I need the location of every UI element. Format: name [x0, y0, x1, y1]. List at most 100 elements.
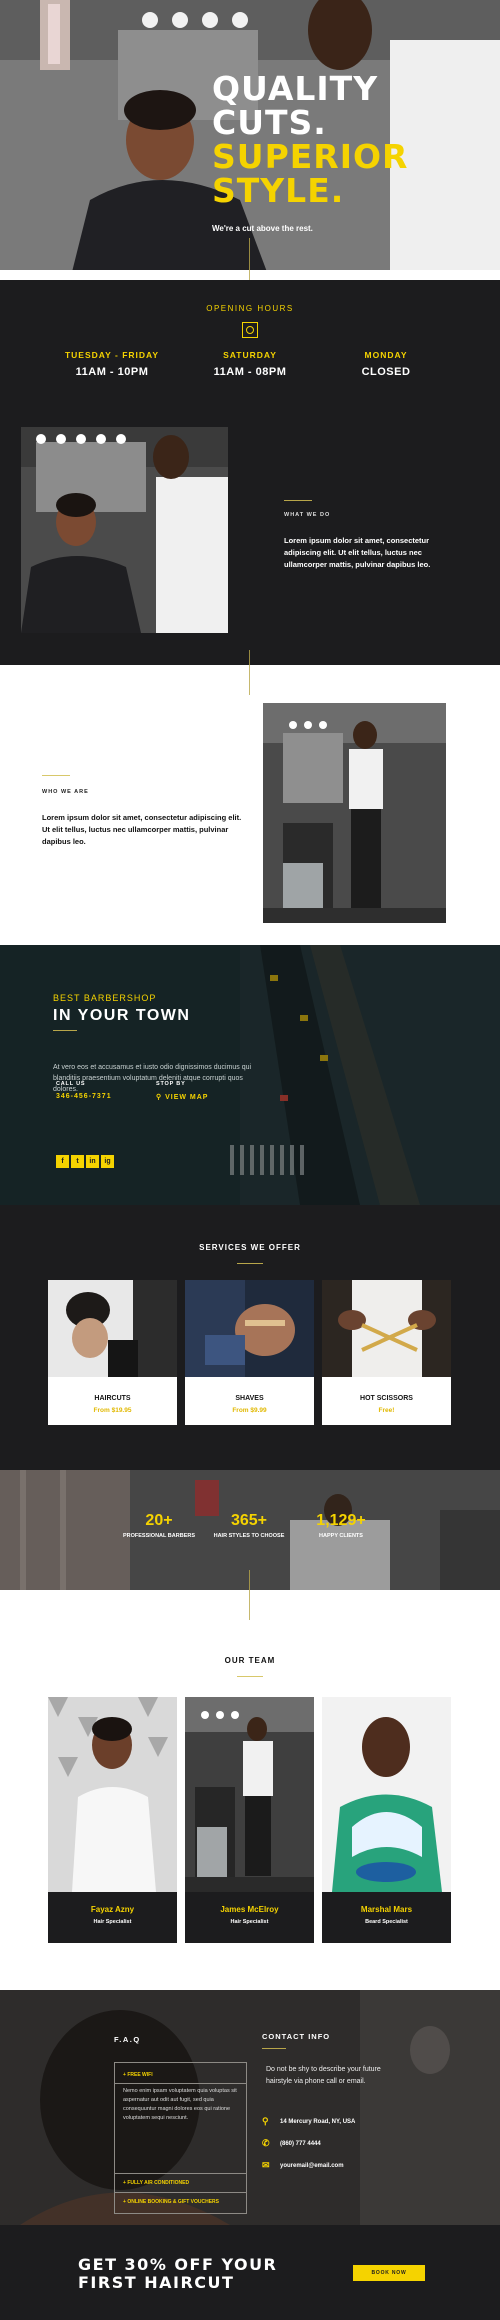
hours-day-1: TUESDAY - FRIDAY 11AM - 10PM: [32, 350, 192, 378]
faq-question-wifi[interactable]: FREE WIFI: [123, 2072, 152, 2078]
faq-answer: Nemo enim ipsam voluptatem quia voluptas…: [123, 2088, 237, 2121]
hours-title: OPENING HOURS: [206, 304, 294, 313]
view-map-link[interactable]: ⚲ VIEW MAP: [156, 1093, 208, 1101]
member-name: Marshal Mars: [360, 1905, 413, 1914]
stat-number: 365+: [230, 1512, 268, 1529]
barber-standing-photo: [263, 703, 446, 923]
instagram-icon[interactable]: ig: [101, 1155, 114, 1168]
hero-title-line2: SUPERIOR: [212, 137, 409, 176]
service-name: HOT SCISSORS: [360, 1395, 413, 1402]
faq-question-air[interactable]: FULLY AIR CONDITIONED: [123, 2180, 189, 2186]
barber-back-photo: [0, 1990, 500, 2225]
faq-question-booking[interactable]: ONLINE BOOKING & GIFT VOUCHERS: [123, 2199, 219, 2205]
town-title: IN YOUR TOWN: [53, 1007, 191, 1024]
facebook-icon[interactable]: f: [56, 1155, 69, 1168]
divider-line: [284, 500, 312, 501]
member-name: Fayaz Azny: [90, 1905, 135, 1914]
who-we-are-text: Lorem ipsum dolor sit amet, consectetur …: [42, 813, 242, 846]
stat-label: HAPPY CLIENTS: [319, 1533, 363, 1539]
faq-accordion: FREE WIFI Nemo enim ipsam voluptatem qui…: [114, 2062, 247, 2214]
contact-address: ⚲ 14 Mercury Road, NY, USA: [262, 2116, 355, 2127]
service-card[interactable]: SHAVES From $9.99: [185, 1280, 314, 1425]
who-we-are-label: WHO WE ARE: [42, 789, 89, 795]
service-price: From $9.99: [232, 1407, 267, 1414]
contact-phone[interactable]: ✆ (860) 777 4444: [262, 2138, 321, 2149]
twitter-icon[interactable]: t: [71, 1155, 84, 1168]
day-time: 11AM - 10PM: [75, 366, 149, 378]
hero-title-line3: STYLE.: [212, 171, 345, 210]
town-eyebrow: BEST BARBERSHOP: [53, 993, 157, 1003]
faq-divider: [115, 2083, 246, 2084]
linkedin-icon[interactable]: in: [86, 1155, 99, 1168]
cta-line1: GET 30% OFF YOUR: [78, 2255, 278, 2274]
faq-contact-section: F.A.Q FREE WIFI Nemo enim ipsam voluptat…: [0, 1990, 500, 2225]
contact-title: CONTACT INFO: [262, 2032, 331, 2041]
team-title: OUR TEAM: [224, 1656, 276, 1665]
map-pin-icon: ⚲: [262, 2116, 269, 2126]
social-links: f t in ig: [56, 1150, 116, 1168]
what-we-do-text: Lorem ipsum dolor sit amet, consectetur …: [284, 536, 431, 569]
what-we-do-label: WHAT WE DO: [284, 512, 331, 518]
phone-text: (860) 777 4444: [280, 2141, 321, 2148]
divider-line: [249, 1570, 250, 1590]
team-member-card[interactable]: Marshal Mars Beard Specialist: [322, 1697, 451, 1943]
day-name: MONDAY: [364, 350, 408, 360]
services-title: SERVICES WE OFFER: [199, 1243, 301, 1252]
stat-number: 1,129+: [316, 1512, 366, 1529]
divider-line: [262, 2048, 286, 2049]
hero-title-line1: QUALITY CUTS.: [212, 69, 379, 142]
divider-line: [53, 1030, 77, 1031]
divider-line: [249, 1590, 250, 1620]
hours-section: OPENING HOURS TUESDAY - FRIDAY 11AM - 10…: [0, 280, 500, 665]
stat-barbers: 20+ PROFESSIONAL BARBERS: [114, 1512, 204, 1539]
service-price: From $19.95: [93, 1407, 132, 1414]
envelope-icon: ✉: [262, 2160, 270, 2170]
town-section: BEST BARBERSHOP IN YOUR TOWN At vero eos…: [0, 945, 500, 1205]
member-role: Beard Specialist: [365, 1919, 408, 1925]
stat-clients: 1,129+ HAPPY CLIENTS: [296, 1512, 386, 1539]
town-body: At vero eos et accusamus et iusto odio d…: [53, 1064, 252, 1093]
day-time: CLOSED: [361, 366, 411, 378]
team-member-card[interactable]: Fayaz Azny Hair Specialist: [48, 1697, 177, 1943]
divider-line: [237, 1263, 263, 1264]
hero-title: QUALITY CUTS. SUPERIOR STYLE.: [212, 72, 500, 208]
service-card[interactable]: HOT SCISSORS Free!: [322, 1280, 451, 1425]
faq-title: F.A.Q: [114, 2035, 141, 2044]
clock-icon: [242, 322, 258, 338]
service-card[interactable]: HAIRCUTS From $19.95: [48, 1280, 177, 1425]
divider-line: [249, 238, 250, 280]
service-name: SHAVES: [235, 1395, 264, 1402]
divider-line: [42, 775, 70, 776]
hero-section: QUALITY CUTS. SUPERIOR STYLE. We're a cu…: [0, 0, 500, 280]
day-name: TUESDAY - FRIDAY: [64, 350, 160, 360]
divider-line: [249, 665, 250, 695]
team-member-card[interactable]: James McElroy Hair Specialist: [185, 1697, 314, 1943]
cta-line2: FIRST HAIRCUT: [78, 2273, 235, 2292]
cta-section: GET 30% OFF YOUR FIRST HAIRCUT BOOK NOW: [0, 2225, 500, 2320]
service-name: HAIRCUTS: [94, 1395, 131, 1402]
service-price: Free!: [378, 1407, 395, 1414]
faq-divider: [115, 2192, 246, 2193]
member-role: Hair Specialist: [230, 1919, 269, 1925]
stats-section: 20+ PROFESSIONAL BARBERS 365+ HAIR STYLE…: [0, 1470, 500, 1590]
stat-label: HAIR STYLES TO CHOOSE: [213, 1533, 285, 1539]
member-name: James McElroy: [220, 1905, 279, 1914]
team-section: OUR TEAM Fayaz Azny Hair Specialist Jame…: [0, 1590, 500, 1990]
stat-label: PROFESSIONAL BARBERS: [122, 1533, 196, 1539]
map-pin-icon: ⚲: [156, 1094, 166, 1101]
contact-body: Do not be shy to describe your future ha…: [266, 2066, 381, 2085]
member-photo: [185, 1697, 314, 1892]
member-role: Hair Specialist: [93, 1919, 132, 1925]
address-text: 14 Mercury Road, NY, USA: [280, 2119, 356, 2126]
stat-number: 20+: [145, 1512, 173, 1529]
phone-link[interactable]: 346-456-7371: [56, 1093, 112, 1100]
hero-subtitle: We're a cut above the rest.: [212, 224, 313, 233]
contact-email[interactable]: ✉ youremail@email.com: [262, 2160, 344, 2171]
email-text: youremail@email.com: [280, 2163, 344, 2170]
book-now-button[interactable]: BOOK NOW: [353, 2265, 425, 2281]
view-map-label: VIEW MAP: [165, 1094, 209, 1101]
divider-line: [249, 650, 250, 665]
scissors-photo: [322, 1280, 451, 1377]
member-photo: [322, 1697, 451, 1892]
shave-photo: [185, 1280, 314, 1377]
